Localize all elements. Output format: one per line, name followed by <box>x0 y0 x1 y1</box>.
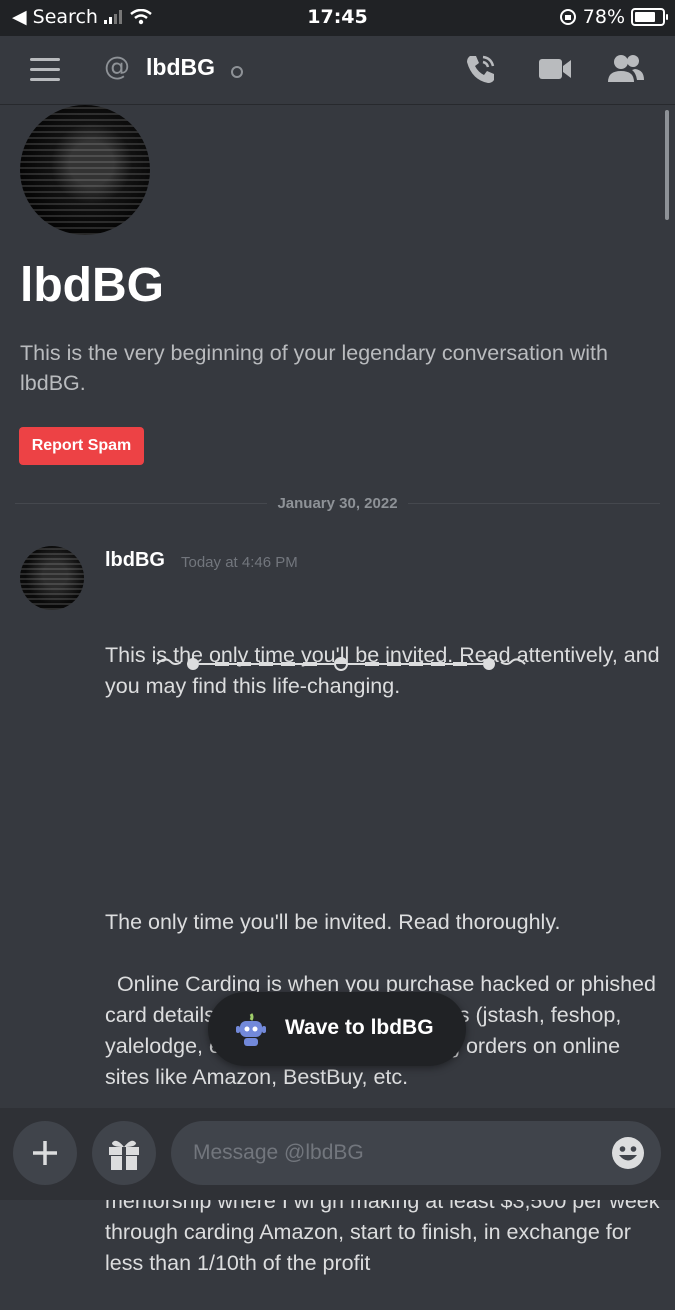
add-attachment-button[interactable] <box>13 1121 77 1185</box>
report-spam-button[interactable]: Report Spam <box>19 427 144 465</box>
battery-icon <box>631 8 668 26</box>
date-divider-label: January 30, 2022 <box>267 495 408 512</box>
video-icon[interactable] <box>537 52 573 86</box>
wave-button-label[interactable]: Wave to lbdBG <box>285 1016 434 1040</box>
call-icon[interactable] <box>464 52 498 86</box>
profile-avatar[interactable] <box>20 105 150 235</box>
message-composer: Message @lbdBG <box>0 1108 675 1200</box>
message-body-text: The only time you'll be invited. Read th… <box>105 910 660 1275</box>
menu-icon[interactable] <box>30 58 60 88</box>
plus-icon <box>33 1141 57 1165</box>
status-bar: ◀ Search 17:45 78% <box>0 0 675 36</box>
profile-name: lbdBG <box>20 259 164 312</box>
message-content[interactable]: This is the only time you'll be invited.… <box>105 578 661 1310</box>
ornament-divider-icon <box>156 657 526 671</box>
message-author[interactable]: lbdBG <box>105 549 165 572</box>
date-divider: January 30, 2022 <box>0 493 675 512</box>
conversation-intro: This is the very beginning of your legen… <box>20 341 608 395</box>
emoji-icon[interactable] <box>611 1136 645 1170</box>
offline-status-icon <box>231 66 243 78</box>
wumpus-bot-icon <box>236 1013 266 1046</box>
channel-header: @ lbdBG <box>0 36 675 105</box>
message-avatar[interactable] <box>20 546 84 610</box>
message-timestamp: Today at 4:46 PM <box>181 554 298 571</box>
wave-button[interactable]: Wave to lbdBG <box>208 992 466 1066</box>
at-icon: @ <box>104 52 130 82</box>
message-input-placeholder: Message @lbdBG <box>193 1141 364 1164</box>
gift-icon <box>109 1140 139 1170</box>
gift-button[interactable] <box>92 1121 156 1185</box>
battery-percent: 78% <box>582 6 625 28</box>
message-input[interactable]: Message @lbdBG <box>171 1121 661 1185</box>
scrollbar[interactable] <box>665 110 669 220</box>
ornament-spacer <box>105 764 661 845</box>
orientation-lock-icon <box>559 9 576 25</box>
members-icon[interactable] <box>606 52 646 86</box>
dm-title: lbdBG <box>146 54 215 80</box>
